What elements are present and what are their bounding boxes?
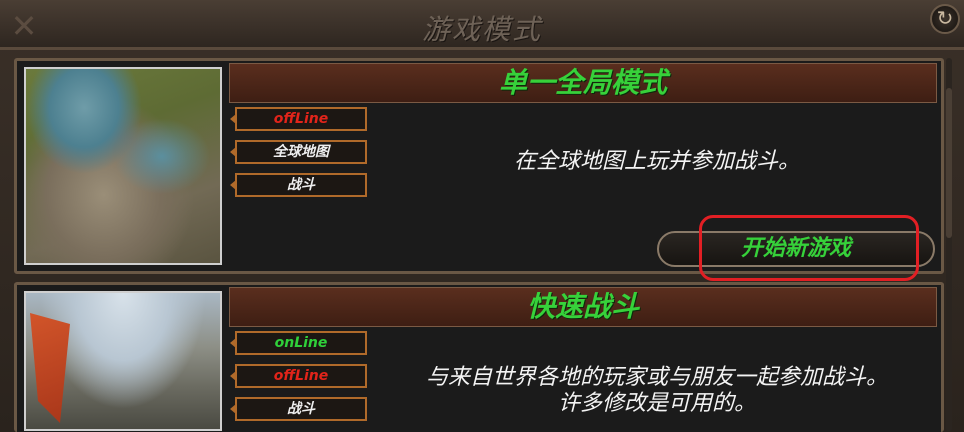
tag-battle: 战斗 bbox=[230, 173, 367, 197]
tag-offline: offLine bbox=[230, 364, 367, 388]
scrollbar-thumb[interactable] bbox=[946, 88, 952, 238]
mode-heading: 单一全局模式 bbox=[229, 63, 937, 103]
tag-battle: 战斗 bbox=[230, 397, 367, 421]
scrollbar[interactable] bbox=[946, 58, 952, 432]
tag-offline: offLine bbox=[230, 107, 367, 131]
mode-description: 与来自世界各地的玩家或与朋友一起参加战斗。 许多修改是可用的。 bbox=[377, 365, 937, 417]
mode-card-quick-battle: 快速战斗 onLine offLine 战斗 与来自世界各地的玩家或与朋友一起参… bbox=[14, 282, 944, 432]
page-title: 游戏模式 bbox=[421, 13, 542, 46]
highlight-annotation bbox=[699, 215, 919, 281]
mode-description: 在全球地图上玩并参加战斗。 bbox=[513, 149, 800, 174]
mode-card-single-global: 单一全局模式 offLine 全球地图 战斗 在全球地图上玩并参加战斗。 开始新… bbox=[14, 58, 944, 281]
mode-description-line: 许多修改是可用的。 bbox=[557, 391, 756, 416]
mode-thumbnail-map bbox=[24, 67, 222, 265]
title-bar: ✕ 游戏模式 ↻ bbox=[0, 0, 964, 50]
back-button[interactable]: ↻ bbox=[930, 4, 960, 34]
battle-flag-image bbox=[30, 313, 70, 423]
game-mode-screen: ✕ 游戏模式 ↻ 单一全局模式 offLine 全球地图 战斗 在全球地图上玩并… bbox=[0, 0, 964, 432]
refresh-back-icon: ↻ bbox=[936, 6, 954, 30]
tag-online: onLine bbox=[230, 331, 367, 355]
mode-description-line: 与来自世界各地的玩家或与朋友一起参加战斗。 bbox=[425, 365, 888, 390]
tag-global-map: 全球地图 bbox=[230, 140, 367, 164]
mode-thumbnail-battle bbox=[24, 291, 222, 431]
mode-heading: 快速战斗 bbox=[229, 287, 937, 327]
